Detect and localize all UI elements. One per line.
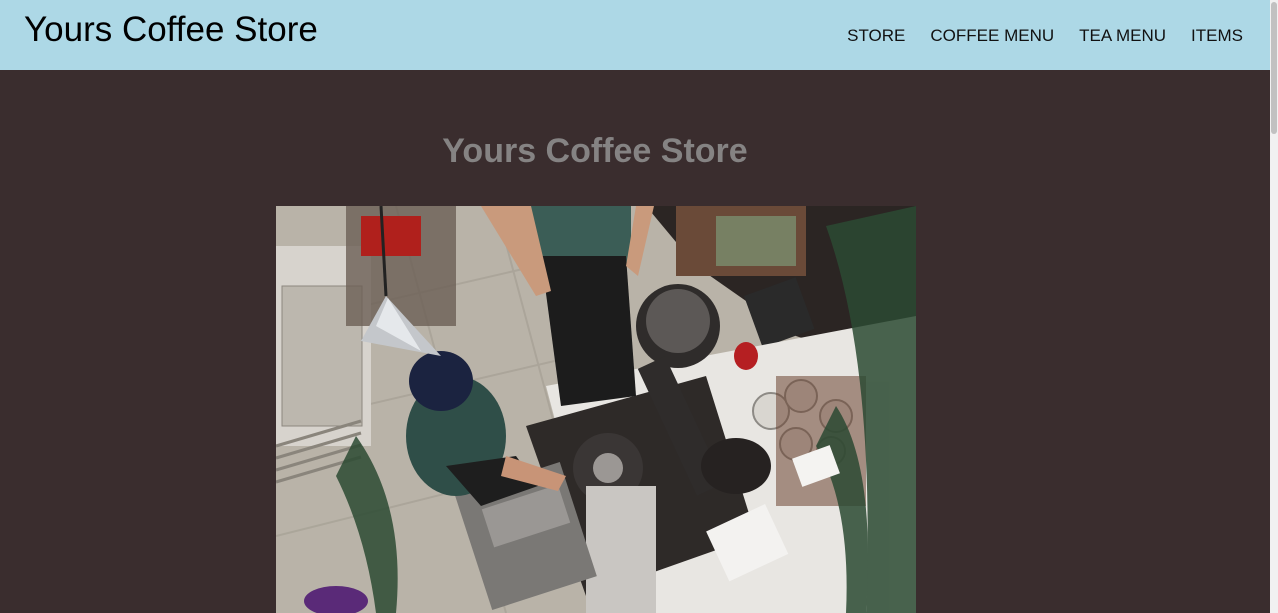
top-navbar: Yours Coffee Store STORE COFFEE MENU TEA… [0, 0, 1270, 70]
coffee-shop-hero-image [276, 206, 916, 613]
site-brand[interactable]: Yours Coffee Store [24, 10, 318, 50]
scrollbar-thumb[interactable] [1271, 2, 1277, 134]
vertical-scrollbar[interactable] [1270, 0, 1278, 613]
page-title: Yours Coffee Store [442, 132, 748, 170]
nav-item-coffee-menu[interactable]: COFFEE MENU [930, 26, 1054, 46]
nav-item-tea-menu[interactable]: TEA MENU [1079, 26, 1166, 46]
hero-illustration [276, 206, 916, 613]
nav-item-items[interactable]: ITEMS [1191, 26, 1243, 46]
main-nav: STORE COFFEE MENU TEA MENU ITEMS [847, 26, 1243, 46]
nav-item-store[interactable]: STORE [847, 26, 905, 46]
